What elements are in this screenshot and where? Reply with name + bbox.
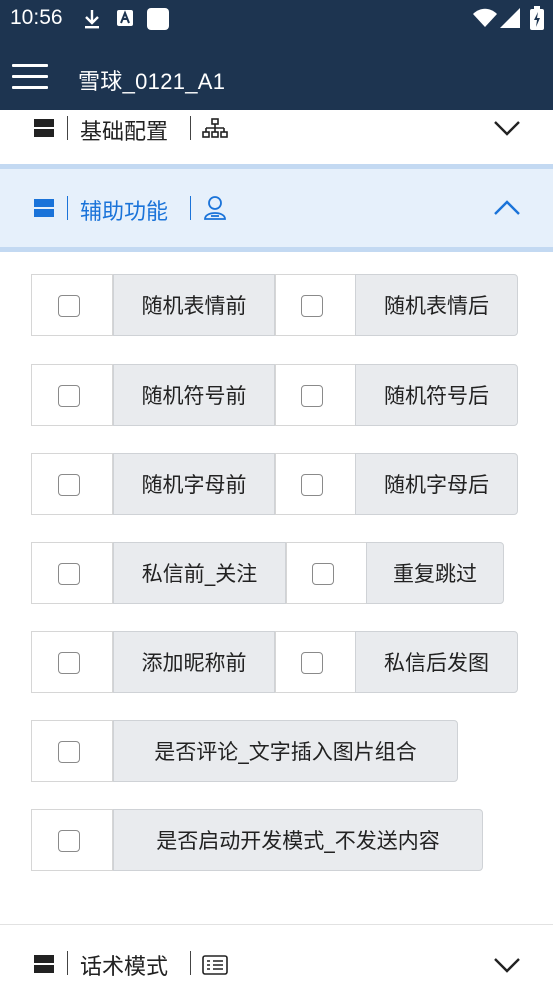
- page-title: 雪球_0121_A1: [78, 69, 226, 94]
- section-script-mode-label: 话术模式: [80, 955, 169, 980]
- section-divider: [67, 951, 68, 975]
- chevron-down-icon[interactable]: [494, 957, 520, 977]
- option-checkbox[interactable]: [301, 652, 323, 674]
- option-checkbox[interactable]: [58, 385, 80, 407]
- section-divider: [190, 116, 191, 140]
- option-label[interactable]: 随机表情后: [355, 274, 518, 336]
- option-label[interactable]: 添加昵称前: [113, 631, 275, 693]
- option-label[interactable]: 随机字母后: [355, 453, 518, 515]
- signal-icon: [500, 8, 520, 32]
- option-checkbox-cell: [275, 274, 356, 336]
- option-checkbox-cell: [31, 453, 113, 515]
- option-checkbox-cell: [31, 720, 113, 782]
- option-checkbox[interactable]: [58, 295, 80, 317]
- option-row: 是否评论_文字插入图片组合: [31, 720, 458, 782]
- download-icon: [82, 8, 102, 34]
- option-checkbox[interactable]: [58, 563, 80, 585]
- status-time: 10:56: [10, 6, 63, 29]
- option-label[interactable]: 私信前_关注: [113, 542, 286, 604]
- wifi-icon: [473, 8, 497, 32]
- option-checkbox-cell: [286, 542, 367, 604]
- option-checkbox[interactable]: [58, 741, 80, 763]
- section-marker-icon: [34, 119, 54, 137]
- option-row: 随机符号前 随机符号后: [31, 364, 518, 426]
- option-checkbox-cell: [275, 631, 356, 693]
- section-assist-header[interactable]: 辅助功能: [0, 164, 553, 252]
- chevron-up-icon[interactable]: [494, 200, 520, 220]
- section-basic-config-header[interactable]: 基础配置: [0, 110, 553, 160]
- section-assist-label: 辅助功能: [80, 200, 169, 225]
- option-checkbox[interactable]: [58, 652, 80, 674]
- option-checkbox[interactable]: [301, 474, 323, 496]
- menu-icon[interactable]: [12, 64, 48, 90]
- option-checkbox[interactable]: [58, 830, 80, 852]
- option-checkbox-cell: [31, 542, 113, 604]
- option-checkbox[interactable]: [301, 385, 323, 407]
- user-icon: [202, 195, 228, 225]
- sitemap-icon: [202, 118, 228, 144]
- section-marker-icon: [34, 199, 54, 217]
- app-notification-icon: [116, 8, 134, 32]
- option-label[interactable]: 是否启动开发模式_不发送内容: [113, 809, 483, 871]
- option-checkbox[interactable]: [58, 474, 80, 496]
- section-divider: [67, 116, 68, 140]
- option-checkbox[interactable]: [301, 295, 323, 317]
- option-row: 是否启动开发模式_不发送内容: [31, 809, 483, 871]
- section-divider: [190, 196, 191, 220]
- option-label[interactable]: 随机表情前: [113, 274, 275, 336]
- option-row: 添加昵称前 私信后发图: [31, 631, 518, 693]
- list-card-icon: [202, 955, 228, 979]
- square-notification-icon: [146, 8, 170, 34]
- section-divider: [67, 196, 68, 220]
- option-checkbox-cell: [275, 453, 356, 515]
- chevron-down-icon[interactable]: [494, 120, 520, 140]
- option-row: 私信前_关注 重复跳过: [31, 542, 504, 604]
- option-label[interactable]: 随机字母前: [113, 453, 275, 515]
- option-checkbox-cell: [31, 809, 113, 871]
- section-basic-config-label: 基础配置: [80, 120, 169, 145]
- status-bar: 10:56: [0, 0, 553, 38]
- section-script-mode-header[interactable]: 话术模式: [0, 924, 553, 984]
- option-row: 随机表情前 随机表情后: [31, 274, 518, 336]
- option-checkbox-cell: [31, 631, 113, 693]
- option-checkbox-cell: [31, 274, 113, 336]
- option-checkbox[interactable]: [312, 563, 334, 585]
- option-label[interactable]: 随机符号前: [113, 364, 275, 426]
- option-label[interactable]: 私信后发图: [355, 631, 518, 693]
- option-row: 随机字母前 随机字母后: [31, 453, 518, 515]
- option-label[interactable]: 随机符号后: [355, 364, 518, 426]
- section-divider: [190, 951, 191, 975]
- section-marker-icon: [34, 955, 54, 973]
- option-checkbox-cell: [275, 364, 356, 426]
- option-checkbox-cell: [31, 364, 113, 426]
- battery-icon: [530, 6, 544, 34]
- option-label[interactable]: 重复跳过: [366, 542, 504, 604]
- app-bar: 雪球_0121_A1: [0, 38, 553, 110]
- option-label[interactable]: 是否评论_文字插入图片组合: [113, 720, 458, 782]
